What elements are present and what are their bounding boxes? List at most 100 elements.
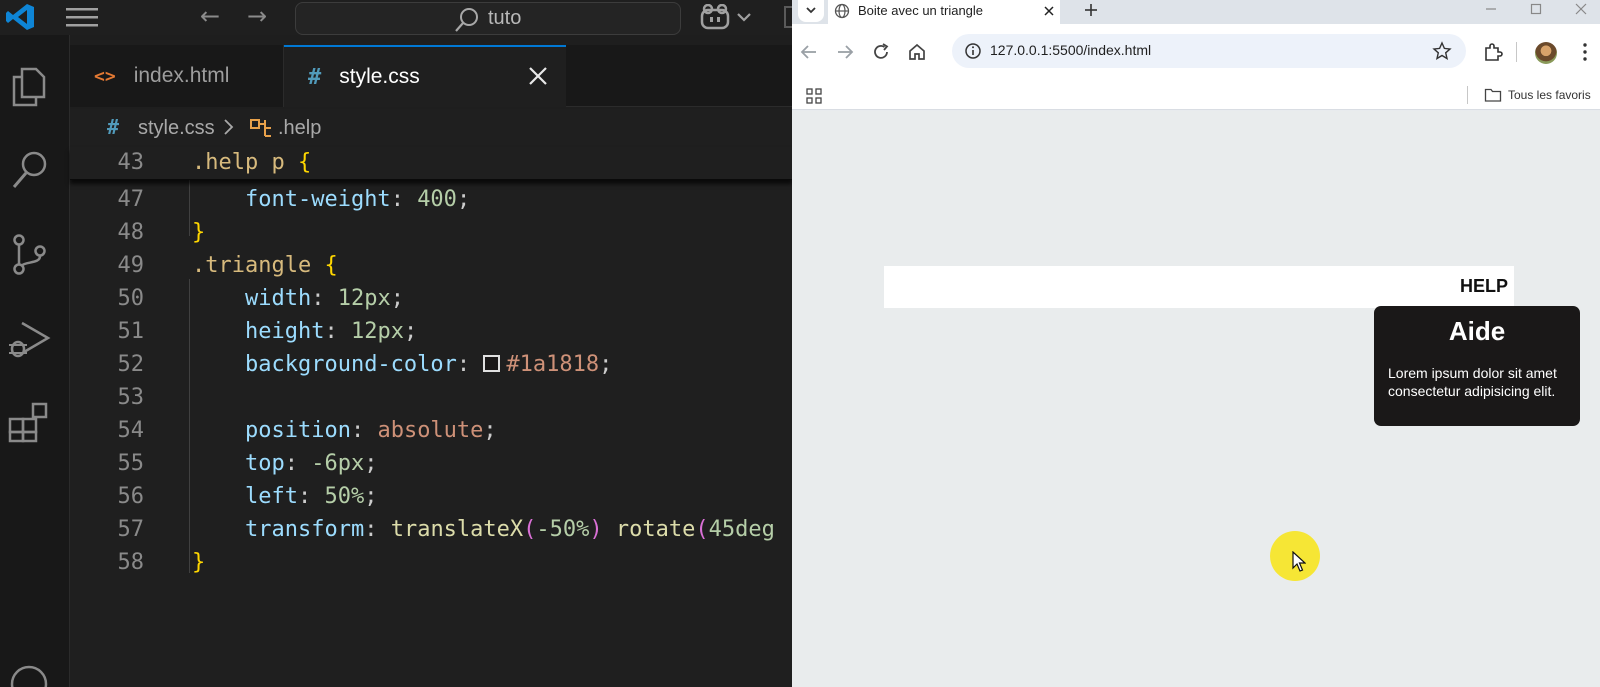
explorer-files-icon[interactable] (6, 63, 52, 109)
paren: ) (589, 517, 603, 542)
profile-avatar[interactable] (1535, 42, 1557, 64)
code-line: 43 .help p { (70, 147, 792, 180)
code-line: 53 (70, 382, 792, 415)
back-arrow-icon[interactable]: ← (200, 4, 220, 28)
help-box[interactable]: HELP (884, 266, 1514, 308)
code-text: background-color: #1a1818; (192, 352, 612, 377)
html-file-icon: <> (94, 65, 116, 87)
css-selector: .triangle (192, 253, 312, 278)
code-text: transform: translateX(-50%) rotate(45deg (192, 517, 775, 542)
code-text: height: 12px; (192, 319, 417, 344)
code-line: 50 width: 12px; (70, 283, 792, 316)
apps-grid-icon[interactable] (806, 88, 822, 104)
forward-arrow-icon[interactable]: → (247, 4, 267, 28)
colon: : (311, 286, 338, 311)
colon: : (390, 187, 418, 212)
css-value: absolute (377, 418, 484, 443)
code-editor[interactable]: 43 .help p { 47 font-weight: 400; 48 } 4… (70, 147, 792, 687)
brace: { (297, 150, 312, 175)
close-icon[interactable] (524, 62, 552, 90)
search-icon (455, 8, 478, 32)
site-info-icon[interactable] (964, 42, 982, 60)
tooltip-text: Lorem ipsum dolor sit amet consectetur a… (1388, 365, 1557, 399)
back-arrow-icon[interactable] (798, 41, 820, 63)
css-value: -6px (311, 451, 365, 476)
colon: : (324, 319, 351, 344)
semicolon: ; (390, 286, 404, 311)
vscode-titlebar: ← → tuto (0, 0, 792, 35)
tab-style-css[interactable]: # style.css (284, 45, 566, 107)
breadcrumb-file[interactable]: style.css (138, 117, 215, 140)
line-number: 49 (117, 253, 145, 278)
layout-toggle-icon[interactable] (784, 6, 792, 28)
close-icon[interactable] (1042, 4, 1056, 18)
address-bar[interactable]: 127.0.0.1:5500/index.html (952, 34, 1466, 68)
run-debug-icon[interactable] (6, 315, 52, 361)
command-center-search[interactable]: tuto (295, 2, 681, 35)
source-control-icon[interactable] (6, 231, 52, 277)
page-viewport: HELP Aide Lorem ipsum dolor sit amet con… (792, 111, 1600, 687)
tab-index-html[interactable]: <> index.html (70, 45, 284, 107)
bookmark-star-icon[interactable] (1432, 41, 1452, 61)
more-menu-icon[interactable] (1574, 41, 1596, 63)
colon: : (350, 418, 378, 443)
color-swatch[interactable] (483, 355, 501, 372)
code-text: } (192, 550, 205, 575)
line-number: 52 (117, 352, 145, 377)
code-text: } (192, 220, 205, 245)
all-bookmarks-button[interactable]: Tous les favoris (1508, 88, 1591, 102)
new-tab-plus-icon[interactable] (1082, 1, 1100, 19)
bookmarks-bar: Tous les favoris (792, 80, 1600, 110)
paren: ( (523, 517, 537, 542)
extensions-icon[interactable] (6, 399, 52, 445)
css-function: rotate (615, 517, 696, 542)
colon: : (456, 352, 484, 377)
css-property: height (244, 319, 325, 344)
forward-arrow-icon[interactable] (834, 41, 856, 63)
search-icon[interactable] (6, 147, 52, 193)
code-line: 49 .triangle { (70, 250, 792, 283)
tab-label: index.html (133, 64, 230, 87)
semicolon: ; (456, 187, 471, 212)
code-line: 48 } (70, 217, 792, 250)
line-number: 56 (117, 484, 145, 509)
css-value: 400 (417, 187, 457, 212)
css-file-icon: # (107, 115, 120, 139)
code-text: top: -6px; (192, 451, 377, 476)
tab-search-button[interactable] (798, 0, 824, 22)
accounts-icon[interactable] (6, 661, 52, 687)
code-text: left: 50%; (192, 484, 377, 509)
globe-icon (834, 3, 850, 19)
browser-tab[interactable]: Boite avec un triangle (828, 0, 1060, 24)
css-property: background-color (244, 352, 457, 377)
line-number: 57 (117, 517, 145, 542)
css-property: top (244, 451, 285, 476)
css-property: font-weight (244, 187, 391, 212)
help-label: HELP (1459, 276, 1508, 296)
activity-bar (0, 35, 70, 687)
vscode-window: ← → tuto <> index.html # style.css # sty… (0, 0, 792, 687)
chrome-toolbar: 127.0.0.1:5500/index.html (792, 24, 1600, 80)
code-line: 57 transform: translateX(-50%) rotate(45… (70, 514, 792, 547)
url-text: 127.0.0.1:5500/index.html (990, 42, 1152, 58)
code-text: .help p { (192, 150, 311, 175)
css-value: 12px (350, 319, 404, 344)
copilot-icon[interactable] (700, 4, 758, 30)
line-number: 47 (117, 187, 145, 212)
line-number: 51 (117, 319, 145, 344)
chrome-tabstrip: Boite avec un triangle (792, 0, 1600, 24)
home-icon[interactable] (906, 41, 928, 63)
css-value: #1a1818 (506, 352, 600, 377)
code-line: 58 } (70, 547, 792, 580)
paren: ( (695, 517, 709, 542)
reload-icon[interactable] (870, 41, 892, 63)
code-text: position: absolute; (192, 418, 497, 443)
extensions-puzzle-icon[interactable] (1482, 41, 1504, 63)
window-close-icon[interactable] (1574, 2, 1588, 16)
minimize-icon[interactable] (1484, 2, 1498, 16)
maximize-icon[interactable] (1529, 2, 1543, 16)
menu-hamburger-icon[interactable] (66, 6, 98, 28)
breadcrumb-symbol[interactable]: .help (278, 117, 321, 140)
css-file-icon: # (308, 64, 322, 90)
css-function: translateX (390, 517, 524, 542)
